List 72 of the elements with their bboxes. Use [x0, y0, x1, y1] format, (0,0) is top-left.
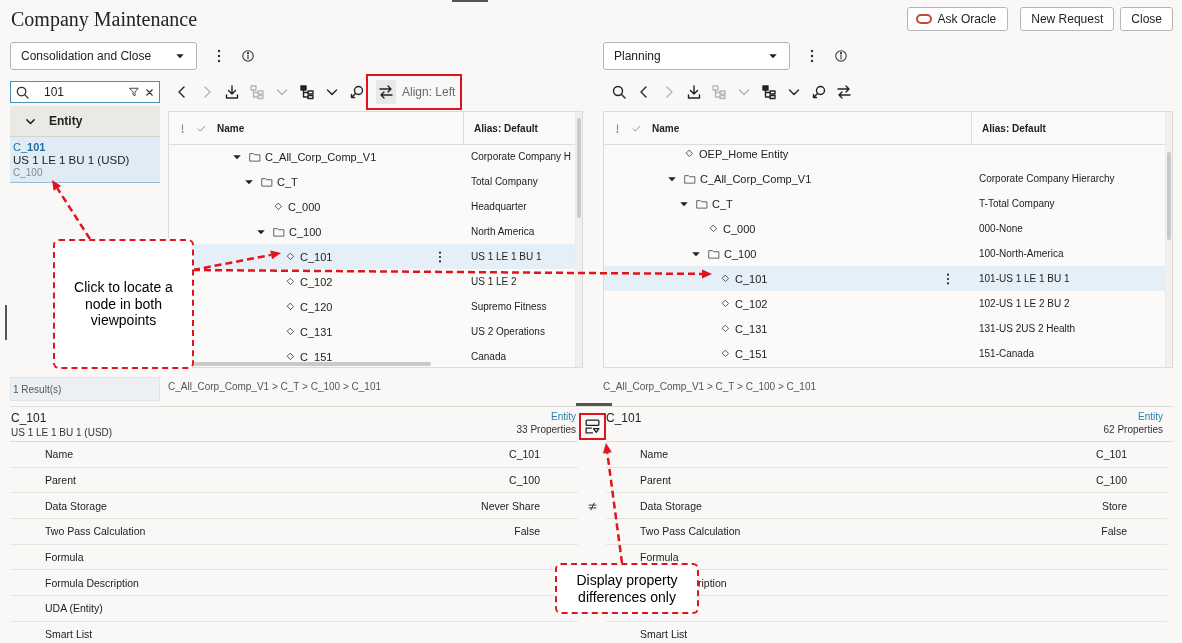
- node-alias: US 1 LE 1 BU 1: [471, 251, 542, 262]
- node-name: C_All_Corp_Comp_V1: [265, 150, 377, 163]
- node-name: C_100: [289, 225, 322, 238]
- node-alias: Corporate Company H: [471, 151, 572, 162]
- node-alias: 151-Canada: [979, 348, 1035, 359]
- property-label: Two Pass Calculation: [640, 525, 741, 538]
- property-value: C_100: [1096, 474, 1127, 487]
- breadcrumb: C_All_Corp_Comp_V1 > C_T > C_100 > C_101: [603, 380, 816, 392]
- property-count: 62 Properties: [1103, 424, 1163, 435]
- property-label: ription: [698, 576, 727, 589]
- property-label: UDA (Entity): [45, 602, 103, 615]
- result-alias: US 1 LE 1 BU 1 (USD): [13, 154, 131, 166]
- node-name: C_T: [277, 175, 298, 188]
- property-label: Formula Description: [45, 576, 139, 589]
- property-label: Data Storage: [45, 499, 107, 512]
- node-name: C_100: [724, 247, 757, 260]
- node-title: C_101: [606, 411, 642, 425]
- callout-tooltip: Click to locate a node in both viewpoints: [53, 239, 194, 369]
- node-alias: 100-North-America: [979, 248, 1064, 259]
- property-value: C_101: [1096, 448, 1127, 461]
- property-value: False: [514, 525, 540, 538]
- node-alias: Headquarter: [471, 201, 527, 212]
- property-label: Parent: [640, 474, 671, 487]
- node-alias: US 1 LE 2: [471, 276, 517, 287]
- node-name: C_T: [712, 197, 733, 210]
- node-alias: US 2 Operations: [471, 326, 545, 337]
- property-label: Name: [45, 448, 73, 461]
- node-alias: Supremo Fitness: [471, 301, 547, 312]
- node-alias: T-Total Company: [979, 198, 1055, 209]
- property-value: Store: [1101, 499, 1127, 512]
- node-name: C_131: [735, 322, 768, 335]
- node-name: C_101: [735, 272, 768, 285]
- property-count: 33 Properties: [516, 424, 576, 435]
- callout-tooltip: Display property differences only: [555, 563, 699, 614]
- node-alias: Corporate Company Hierarchy: [979, 173, 1115, 184]
- property-label: Formula: [640, 551, 679, 564]
- node-title: C_101: [11, 411, 48, 425]
- node-name: C_000: [288, 200, 321, 213]
- property-value: C_100: [509, 474, 540, 487]
- group-label: Entity: [49, 114, 83, 128]
- property-label: Data Storage: [640, 499, 702, 512]
- node-name: C_102: [735, 297, 768, 310]
- node-alias: 101-US 1 LE 1 BU 1: [979, 273, 1070, 284]
- node-alias: Canada: [471, 351, 507, 362]
- result-name: C_101: [13, 141, 47, 153]
- node-alias: 131-US 2US 2 Health: [979, 323, 1076, 334]
- property-label: Smart List: [45, 628, 93, 641]
- node-name: C_151: [735, 347, 768, 360]
- node-alias: 000-None: [979, 223, 1023, 234]
- node-name: C_120: [300, 300, 333, 313]
- property-value: Never Share: [481, 499, 540, 512]
- node-name: C_131: [300, 325, 333, 338]
- page-title: Company Maintenance: [11, 7, 198, 31]
- result-parent: C_100: [13, 167, 44, 178]
- property-label: Formula: [45, 551, 84, 564]
- node-name: C_000: [723, 222, 756, 235]
- node-alias: North America: [471, 226, 535, 237]
- property-label: Smart List: [640, 628, 688, 641]
- node-alias: Total Company: [471, 176, 538, 187]
- property-label: Two Pass Calculation: [45, 525, 146, 538]
- node-name: C_All_Corp_Comp_V1: [700, 172, 812, 185]
- property-value: False: [1101, 525, 1127, 538]
- node-name: C_101: [300, 250, 333, 263]
- property-label: Parent: [45, 474, 76, 487]
- breadcrumb: C_All_Corp_Comp_V1 > C_T > C_100 > C_101: [168, 380, 381, 392]
- node-name: C_102: [300, 275, 333, 288]
- node-alias: 102-US 1 LE 2 BU 2: [979, 298, 1070, 309]
- property-label: Name: [640, 448, 668, 461]
- result-count: 1 Result(s): [13, 383, 62, 395]
- node-name: OEP_Home Entity: [699, 147, 789, 160]
- property-value: C_101: [509, 448, 540, 461]
- node-alias: US 1 LE 1 BU 1 (USD): [11, 427, 113, 438]
